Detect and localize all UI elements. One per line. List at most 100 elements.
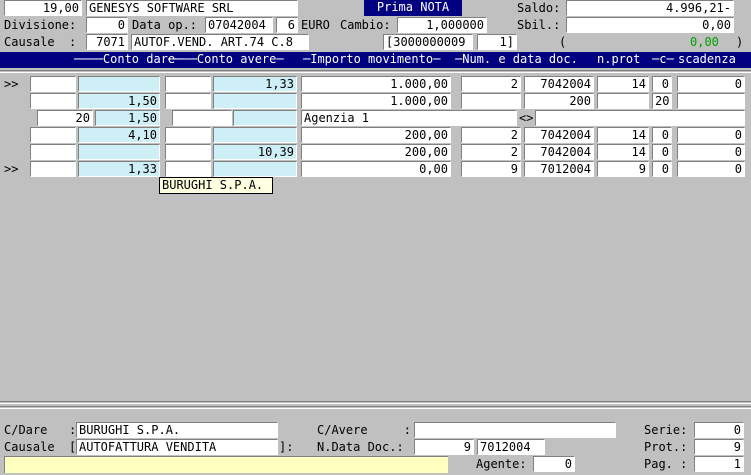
causale-code-field[interactable]: 7071 bbox=[86, 34, 128, 50]
footer-causale-label: Causale [ bbox=[4, 440, 77, 454]
data-doc-cell[interactable]: 7042004 bbox=[524, 144, 594, 160]
dare-code-cell[interactable] bbox=[30, 144, 76, 160]
footer-separator-2 bbox=[0, 406, 751, 409]
row-marker: >> bbox=[4, 77, 19, 91]
scadenza-cell[interactable]: 0 bbox=[677, 144, 745, 160]
dare-code-cell[interactable] bbox=[30, 161, 76, 177]
data-doc-cell[interactable]: 7042004 bbox=[524, 76, 594, 92]
ndata-date-field: 7012004 bbox=[477, 439, 545, 455]
avere-value-cell[interactable] bbox=[233, 110, 297, 126]
euro-label: EURO bbox=[301, 18, 330, 32]
avere-value-cell[interactable] bbox=[213, 161, 297, 177]
avere-value-cell[interactable]: 1,33 bbox=[213, 76, 297, 92]
num-doc-cell[interactable]: 2 bbox=[461, 76, 521, 92]
sbil-value: 0,00 bbox=[566, 17, 734, 33]
importo-cell[interactable]: 200,00 bbox=[301, 127, 451, 143]
agente-label: Agente: bbox=[476, 457, 527, 471]
serie-field: 0 bbox=[694, 422, 744, 438]
scadenza-cell[interactable]: 0 bbox=[677, 127, 745, 143]
doc-number-field: [3000000009 bbox=[383, 34, 473, 50]
scadenza-cell[interactable]: 0 bbox=[677, 161, 745, 177]
cambio-field[interactable]: 1,000000 bbox=[397, 17, 487, 33]
prot-cell[interactable]: 9 bbox=[597, 161, 649, 177]
prot-cell[interactable] bbox=[597, 93, 649, 109]
row-marker: >> bbox=[4, 162, 19, 176]
paren-open: ( bbox=[559, 35, 567, 49]
dare-code-cell[interactable]: 20 bbox=[37, 110, 93, 126]
green-balance-value: 0,00 bbox=[690, 35, 719, 49]
pag-label: Pag. : bbox=[644, 457, 688, 471]
importo-cell[interactable]: 200,00 bbox=[301, 144, 451, 160]
dare-value-cell[interactable] bbox=[78, 76, 160, 92]
grid-top-separator bbox=[0, 70, 751, 73]
avere-code-cell[interactable] bbox=[165, 144, 211, 160]
col-scadenza: scadenza bbox=[678, 52, 736, 66]
avere-value-cell[interactable] bbox=[213, 93, 297, 109]
pag-field: 1 bbox=[694, 456, 744, 472]
importo-cell[interactable]: 0,00 bbox=[301, 161, 451, 177]
footer-separator bbox=[0, 401, 751, 404]
col-c: ─c─ bbox=[652, 52, 674, 66]
divisione-field[interactable]: 0 bbox=[86, 17, 128, 33]
prot-cell[interactable]: 14 bbox=[597, 127, 649, 143]
prot-cell[interactable]: 14 bbox=[597, 76, 649, 92]
data-op-extra-field[interactable]: 6 bbox=[276, 17, 298, 33]
avere-value-cell[interactable]: 10,39 bbox=[213, 144, 297, 160]
dare-value-cell[interactable]: 4,10 bbox=[78, 127, 160, 143]
scadenza-cell[interactable] bbox=[677, 93, 745, 109]
status-message-bar bbox=[4, 456, 448, 473]
avere-code-cell[interactable] bbox=[165, 161, 211, 177]
data-doc-cell[interactable]: 200 bbox=[524, 93, 594, 109]
data-doc-cell[interactable]: 7042004 bbox=[524, 127, 594, 143]
avere-value-cell[interactable] bbox=[213, 127, 297, 143]
cdare-label: C/Dare : bbox=[4, 423, 77, 437]
dare-code-cell[interactable] bbox=[30, 76, 76, 92]
company-field: GENESYS SOFTWARE SRL bbox=[86, 0, 298, 16]
c-cell[interactable]: 0 bbox=[652, 127, 672, 143]
cavere-field bbox=[414, 422, 616, 438]
dare-value-cell[interactable]: 1,50 bbox=[95, 110, 160, 126]
num-doc-cell[interactable] bbox=[461, 93, 521, 109]
col-n-prot: n.prot bbox=[597, 52, 641, 66]
dare-code-cell[interactable] bbox=[30, 127, 76, 143]
col-conto-avere: ────Conto avere─ bbox=[168, 52, 284, 66]
dare-value-cell[interactable] bbox=[78, 144, 160, 160]
importo-cell[interactable]: 1.000,00 bbox=[301, 76, 451, 92]
num-doc-cell: <> bbox=[519, 111, 534, 125]
divisione-label: Divisione: bbox=[4, 18, 77, 32]
data-doc-cell[interactable]: 7012004 bbox=[524, 161, 594, 177]
c-cell[interactable]: 0 bbox=[652, 161, 672, 177]
dare-value-cell[interactable]: 1,33 bbox=[78, 161, 160, 177]
cavere-label: C/Avere : bbox=[317, 423, 411, 437]
data-doc-cell[interactable] bbox=[535, 110, 745, 126]
saldo-label: Saldo: bbox=[517, 1, 561, 15]
prot-field: 9 bbox=[694, 439, 744, 455]
importo-cell[interactable]: Agenzia 1 bbox=[301, 110, 517, 126]
ndata-num-field: 9 bbox=[414, 439, 474, 455]
c-cell[interactable]: 20 bbox=[652, 93, 672, 109]
c-cell[interactable]: 0 bbox=[652, 76, 672, 92]
top-value-field[interactable]: 19,00 bbox=[4, 0, 82, 16]
num-doc-cell[interactable]: 2 bbox=[461, 127, 521, 143]
dare-value-cell[interactable]: 1,50 bbox=[78, 93, 160, 109]
sbil-label: Sbil.: bbox=[517, 18, 561, 32]
cdare-field: BURUGHI S.P.A. bbox=[76, 422, 278, 438]
prot-cell[interactable]: 14 bbox=[597, 144, 649, 160]
importo-cell[interactable]: 1.000,00 bbox=[301, 93, 451, 109]
window-title: Prima NOTA bbox=[364, 0, 462, 16]
dare-code-cell[interactable] bbox=[30, 93, 76, 109]
data-op-field[interactable]: 07042004 bbox=[205, 17, 273, 33]
scadenza-cell[interactable]: 0 bbox=[677, 76, 745, 92]
col-conto-dare: ────Conto dare─ bbox=[74, 52, 183, 66]
avere-code-cell[interactable] bbox=[165, 93, 211, 109]
saldo-value: 4.996,21- bbox=[566, 0, 734, 16]
num-doc-cell[interactable]: 2 bbox=[461, 144, 521, 160]
avere-code-cell[interactable] bbox=[165, 127, 211, 143]
c-cell[interactable]: 0 bbox=[652, 144, 672, 160]
column-header-bar: ────Conto dare─ ────Conto avere─ ─Import… bbox=[0, 52, 751, 68]
prot-label: Prot.: bbox=[644, 440, 688, 454]
footer-causale-field: AUTOFATTURA VENDITA bbox=[76, 439, 278, 455]
avere-code-cell[interactable] bbox=[165, 76, 211, 92]
num-doc-cell[interactable]: 9 bbox=[461, 161, 521, 177]
avere-code-cell[interactable] bbox=[172, 110, 232, 126]
